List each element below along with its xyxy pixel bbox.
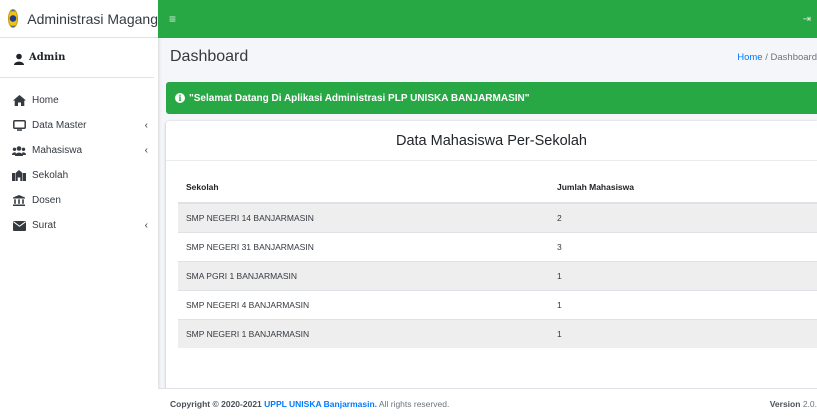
cell-sekolah: SMA PGRI 1 BANJARMASIN: [178, 260, 549, 290]
page-title: Dashboard: [170, 48, 249, 65]
desktop-icon: [12, 120, 26, 132]
copyright-prefix: Copyright © 2020-2021: [170, 398, 265, 409]
cell-sekolah: SMP NEGERI 14 BANJARMASIN: [178, 202, 549, 232]
breadcrumb-separator: /: [762, 51, 771, 63]
sidebar-item-label: Sekolah: [32, 170, 69, 181]
breadcrumb: Home / Dashboard: [737, 52, 817, 63]
welcome-alert-text: "Selamat Datang Di Aplikasi Administrasi…: [189, 92, 530, 104]
sidebar-nav: Home Data Master ‹ Mahasiswa ‹ Sekolah D…: [0, 78, 158, 238]
sidebar: Administrasi Magang Admin Home Data Mast…: [0, 0, 158, 418]
cell-jumlah: 1: [549, 289, 817, 319]
user-name: Admin: [29, 52, 66, 63]
brand-logo: [8, 9, 19, 28]
brand-title: Administrasi Magang: [27, 10, 158, 27]
cell-sekolah: SMP NEGERI 31 BANJARMASIN: [178, 231, 549, 261]
table-row: SMP NEGERI 31 BANJARMASIN 3: [178, 231, 817, 261]
sidebar-item-label: Surat: [32, 220, 56, 231]
sidebar-item-label: Home: [32, 95, 59, 106]
table-row: SMP NEGERI 4 BANJARMASIN 1: [178, 289, 817, 319]
sidebar-item-label: Data Master: [32, 120, 87, 131]
cell-sekolah: SMP NEGERI 1 BANJARMASIN: [178, 318, 549, 348]
sidebar-item-dosen[interactable]: Dosen: [0, 188, 158, 213]
table-row: SMA PGRI 1 BANJARMASIN 1: [178, 260, 817, 290]
school-icon: [12, 170, 26, 182]
user-icon: [13, 52, 25, 65]
chevron-left-icon: ‹: [144, 120, 148, 131]
brand-link[interactable]: Administrasi Magang: [0, 0, 158, 38]
table-row: SMP NEGERI 14 BANJARMASIN 2: [178, 202, 817, 232]
university-icon: [12, 195, 26, 207]
footer-copyright: Copyright © 2020-2021 UPPL UNISKA Banjar…: [170, 399, 449, 409]
sidebar-item-label: Mahasiswa: [32, 145, 83, 156]
welcome-alert: i "Selamat Datang Di Aplikasi Administra…: [166, 82, 817, 114]
breadcrumb-home-link[interactable]: Home: [737, 52, 762, 63]
cell-jumlah: 1: [549, 260, 817, 290]
sidebar-item-data-master[interactable]: Data Master ‹: [0, 113, 158, 138]
chevron-left-icon: ‹: [144, 145, 148, 156]
sidebar-item-sekolah[interactable]: Sekolah: [0, 163, 158, 188]
students-per-school-table: Sekolah Jumlah Mahasiswa SMP NEGERI 14 B…: [178, 171, 817, 348]
envelope-icon: [12, 220, 26, 232]
students-per-school-card: Data Mahasiswa Per-Sekolah Sekolah Jumla…: [166, 121, 817, 391]
info-icon: i: [175, 93, 185, 103]
column-header-jumlah: Jumlah Mahasiswa: [549, 171, 817, 204]
chevron-left-icon: ‹: [144, 220, 148, 231]
card-title: Data Mahasiswa Per-Sekolah: [166, 121, 817, 161]
cell-sekolah: SMP NEGERI 4 BANJARMASIN: [178, 289, 549, 319]
top-navbar: ≡ ⇥: [158, 0, 817, 38]
breadcrumb-current: Dashboard: [770, 51, 817, 63]
users-icon: [12, 145, 26, 157]
home-icon: [12, 95, 26, 107]
version-number: 2.0.: [802, 398, 817, 409]
content-header: Dashboard Home / Dashboard: [158, 38, 817, 76]
footer-version: Version 2.0.: [770, 399, 817, 409]
sidebar-item-label: Dosen: [32, 195, 61, 206]
menu-toggle-icon[interactable]: ≡: [169, 12, 176, 26]
table-header-row: Sekolah Jumlah Mahasiswa: [178, 171, 817, 204]
sidebar-item-mahasiswa[interactable]: Mahasiswa ‹: [0, 138, 158, 163]
user-panel[interactable]: Admin: [0, 38, 154, 78]
sidebar-item-surat[interactable]: Surat ‹: [0, 213, 158, 238]
footer: Copyright © 2020-2021 UPPL UNISKA Banjar…: [158, 388, 817, 418]
sidebar-item-home[interactable]: Home: [0, 88, 158, 113]
table-row: SMP NEGERI 1 BANJARMASIN 1: [178, 318, 817, 348]
version-label: Version: [769, 398, 801, 409]
cell-jumlah: 2: [549, 202, 817, 232]
cell-jumlah: 1: [549, 318, 817, 348]
logout-icon[interactable]: ⇥: [803, 14, 811, 25]
cell-jumlah: 3: [549, 231, 817, 261]
column-header-sekolah: Sekolah: [178, 171, 549, 204]
footer-org-link[interactable]: UPPL UNISKA Banjarmasin.: [264, 399, 377, 409]
copyright-suffix: All rights reserved.: [377, 398, 450, 409]
